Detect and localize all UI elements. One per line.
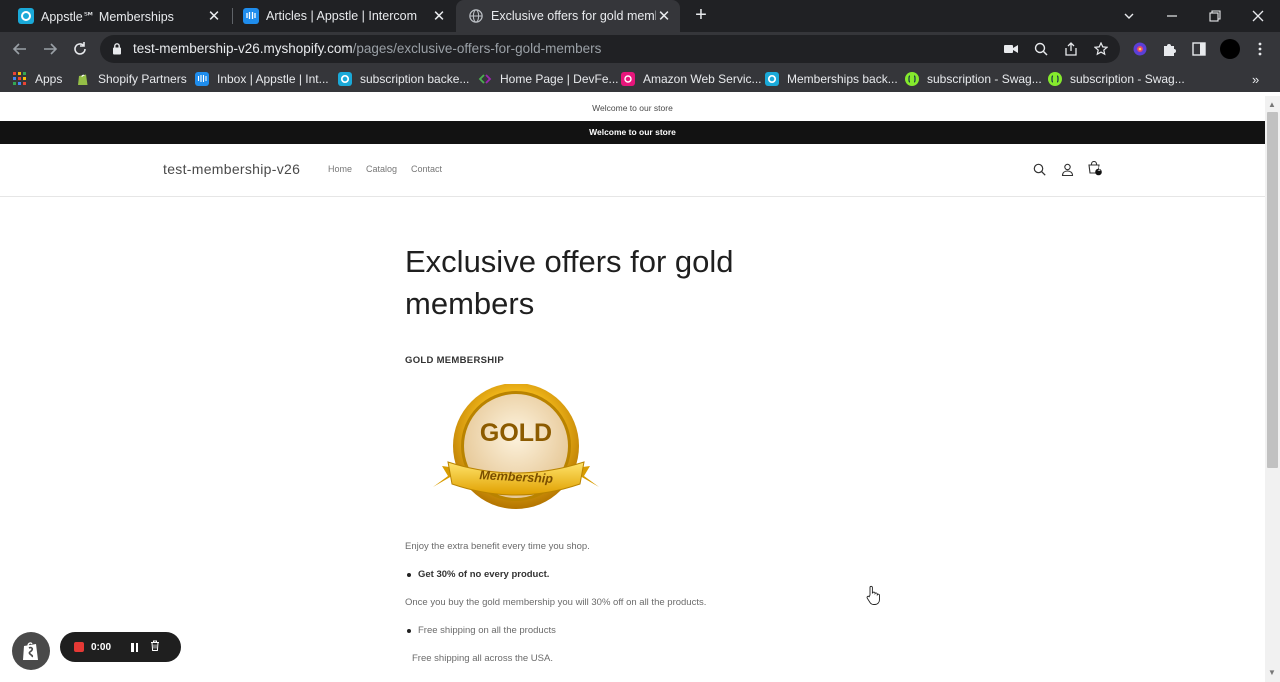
store-header: test-membership-v26 Home Catalog Contact… xyxy=(0,144,1265,197)
camera-icon[interactable] xyxy=(1002,40,1020,58)
bookmark-label: Home Page | DevFe... xyxy=(500,72,619,86)
url-text: test-membership-v26.myshopify.com/pages/… xyxy=(133,41,602,56)
bullet-dot xyxy=(407,572,411,577)
reload-icon[interactable] xyxy=(69,38,91,60)
cart-icon[interactable]: 1 xyxy=(1087,161,1103,177)
bullet-dot xyxy=(407,628,411,633)
store-page: Welcome to our store Welcome to our stor… xyxy=(0,96,1265,682)
nav-link-home[interactable]: Home xyxy=(328,164,352,174)
lock-icon xyxy=(112,42,122,60)
scroll-up-arrow-icon[interactable]: ▲ xyxy=(1268,100,1276,109)
share-icon[interactable] xyxy=(1062,40,1080,58)
bookmark-shopify-partners[interactable]: Shopify Partners xyxy=(76,70,187,88)
bookmark-aws[interactable]: Amazon Web Servic... xyxy=(621,70,762,88)
close-window-icon[interactable] xyxy=(1236,0,1280,32)
benefit-description-text: Once you buy the gold membership you wil… xyxy=(405,597,707,608)
bullet-text: Get 30% of no every product. xyxy=(418,569,550,580)
store-logo[interactable]: test-membership-v26 xyxy=(163,161,300,177)
account-icon[interactable] xyxy=(1059,161,1075,177)
shopify-launcher-button[interactable] xyxy=(12,632,50,670)
trash-icon[interactable] xyxy=(150,638,160,656)
globe-icon xyxy=(468,8,484,24)
address-bar[interactable]: test-membership-v26.myshopify.com/pages/… xyxy=(100,35,1120,63)
tab-search-icon[interactable] xyxy=(1107,0,1151,32)
announcement-bar: Welcome to our store xyxy=(0,121,1265,144)
minimize-icon[interactable] xyxy=(1150,0,1194,32)
intercom-icon xyxy=(195,72,209,86)
gold-membership-badge: GOLD Membership xyxy=(430,383,602,516)
close-icon[interactable]: ✕ xyxy=(656,7,672,25)
nav-link-catalog[interactable]: Catalog xyxy=(366,164,397,174)
hand-cursor-icon xyxy=(866,585,880,610)
star-icon[interactable] xyxy=(1092,40,1110,58)
toolbar: test-membership-v26.myshopify.com/pages/… xyxy=(0,32,1280,66)
aws-icon xyxy=(621,72,635,86)
bookmark-label: Shopify Partners xyxy=(98,72,187,86)
close-icon[interactable]: ✕ xyxy=(206,7,222,25)
zoom-icon[interactable] xyxy=(1032,40,1050,58)
back-icon[interactable] xyxy=(9,38,31,60)
cart-count-badge: 1 xyxy=(1097,167,1101,173)
new-tab-button[interactable]: + xyxy=(690,4,712,26)
appstle-icon xyxy=(18,8,34,24)
tab-appstle-memberships[interactable]: Appstle℠ Memberships ✕ xyxy=(0,0,230,32)
bookmarks-bar: Apps Shopify Partners Inbox | Appstle | … xyxy=(0,66,1280,92)
list-item: Get 30% of no every product. xyxy=(405,569,549,580)
extension-colorful-icon[interactable] xyxy=(1131,40,1149,58)
list-item: Free shipping on all the products xyxy=(405,625,556,636)
bookmark-label: Amazon Web Servic... xyxy=(643,72,762,86)
bookmark-devfe-home[interactable]: Home Page | DevFe... xyxy=(478,70,619,88)
bookmark-apps[interactable]: Apps xyxy=(13,70,62,88)
bookmark-swagger-1[interactable]: subscription - Swag... xyxy=(905,70,1042,88)
restore-icon[interactable] xyxy=(1193,0,1237,32)
bookmark-subscription-backend[interactable]: subscription backe... xyxy=(338,70,469,88)
appstle-icon xyxy=(765,72,779,86)
bookmark-label: Inbox | Appstle | Int... xyxy=(217,72,329,86)
bookmark-label: subscription - Swag... xyxy=(927,72,1042,86)
nav-link-contact[interactable]: Contact xyxy=(411,164,442,174)
apps-grid-icon xyxy=(13,72,27,86)
tab-label: Exclusive offers for gold member xyxy=(491,9,656,23)
more-menu-icon[interactable] xyxy=(1251,40,1269,58)
tab-label: Appstle℠ Memberships xyxy=(41,9,174,24)
side-panel-icon[interactable] xyxy=(1190,40,1208,58)
recording-timer: 0:00 xyxy=(91,641,112,653)
badge-gold-text: GOLD xyxy=(480,419,552,447)
pause-icon[interactable] xyxy=(131,642,139,652)
tab-strip: Appstle℠ Memberships ✕ Articles | Appstl… xyxy=(0,0,1280,32)
intercom-icon xyxy=(243,8,259,24)
stop-recording-button[interactable] xyxy=(74,642,84,652)
screen-recorder-widget: 0:00 xyxy=(60,632,181,662)
shopify-icon xyxy=(76,72,90,86)
swagger-icon xyxy=(1048,72,1062,86)
bookmark-label: Memberships back... xyxy=(787,72,898,86)
tab-articles-intercom[interactable]: Articles | Appstle | Intercom ✕ xyxy=(225,0,455,32)
bookmarks-overflow-icon[interactable]: » xyxy=(1252,70,1259,88)
scroll-down-arrow-icon[interactable]: ▼ xyxy=(1268,668,1276,677)
tab-label: Articles | Appstle | Intercom xyxy=(266,9,417,23)
shopify-bag-icon xyxy=(23,642,38,660)
bookmark-memberships-backend[interactable]: Memberships back... xyxy=(765,70,898,88)
appstle-icon xyxy=(338,72,352,86)
bookmark-inbox-intercom[interactable]: Inbox | Appstle | Int... xyxy=(195,70,329,88)
scrollbar-thumb[interactable] xyxy=(1267,112,1278,468)
close-icon[interactable]: ✕ xyxy=(431,7,447,25)
shipping-description-text: Free shipping all across the USA. xyxy=(412,653,553,664)
bookmark-swagger-2[interactable]: subscription - Swag... xyxy=(1048,70,1185,88)
page-title: Exclusive offers for gold members xyxy=(405,244,734,321)
profile-avatar[interactable] xyxy=(1219,38,1241,60)
devfe-icon xyxy=(478,72,492,86)
benefit-intro-text: Enjoy the extra benefit every time you s… xyxy=(405,541,590,552)
bookmark-label: Apps xyxy=(35,72,63,86)
bookmark-label: subscription backe... xyxy=(360,72,470,86)
announcement-text: Welcome to our store xyxy=(0,96,1265,120)
swagger-icon xyxy=(905,72,919,86)
bullet-text: Free shipping on all the products xyxy=(418,625,556,636)
extensions-puzzle-icon[interactable] xyxy=(1160,40,1178,58)
forward-icon[interactable] xyxy=(39,38,61,60)
bookmark-label: subscription - Swag... xyxy=(1070,72,1185,86)
tab-exclusive-offers[interactable]: Exclusive offers for gold member ✕ xyxy=(456,0,680,32)
search-icon[interactable] xyxy=(1031,161,1047,177)
section-heading: GOLD MEMBERSHIP xyxy=(405,355,504,366)
